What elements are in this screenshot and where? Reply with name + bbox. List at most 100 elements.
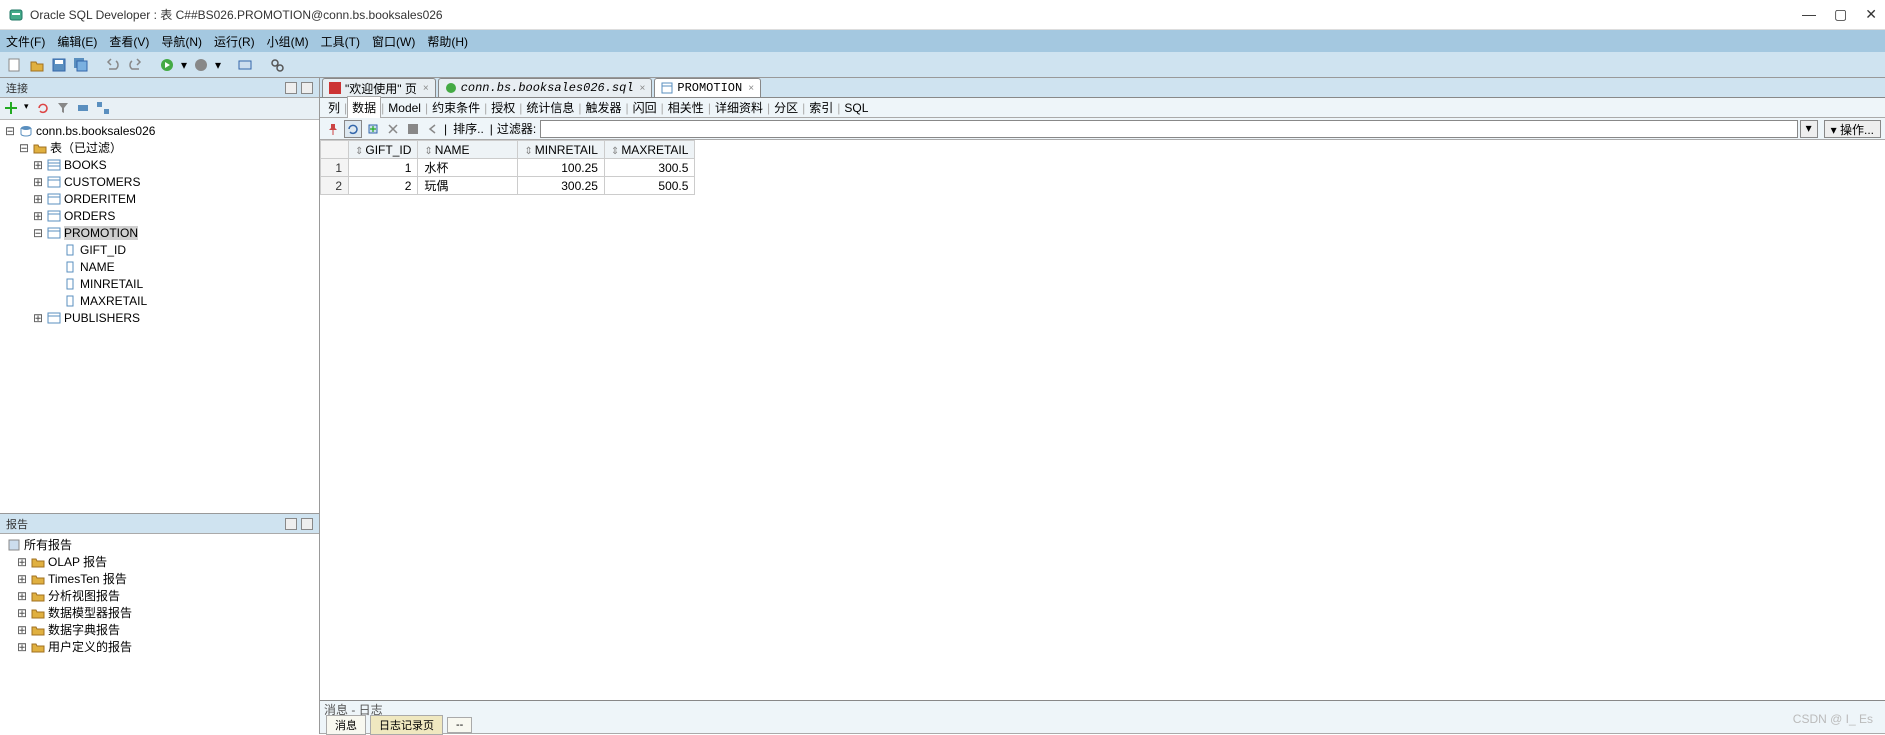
cell-name[interactable]: 水杯 <box>418 159 518 177</box>
tree-table-orderitem[interactable]: ⊞ ORDERITEM <box>4 190 315 207</box>
tree-toggle-icon[interactable]: ⊞ <box>16 555 28 569</box>
menu-window[interactable]: 窗口(W) <box>372 33 415 50</box>
log-tab-logging[interactable]: 日志记录页 <box>370 715 443 735</box>
new-button[interactable] <box>6 56 24 74</box>
redo-button[interactable] <box>126 56 144 74</box>
tab-welcome[interactable]: "欢迎使用" 页 × <box>322 78 436 97</box>
tree-toggle-icon[interactable]: ⊟ <box>4 124 16 138</box>
cell-minretail[interactable]: 100.25 <box>518 159 605 177</box>
subtab-details[interactable]: 详细资料 <box>711 97 767 118</box>
tree-toggle-icon[interactable]: ⊞ <box>16 572 28 586</box>
tree-toggle-icon[interactable]: ⊞ <box>32 175 44 189</box>
tree-report-olap[interactable]: ⊞ OLAP 报告 <box>4 553 315 570</box>
tree-report-userdef[interactable]: ⊞ 用户定义的报告 <box>4 638 315 655</box>
run-dropdown[interactable]: ▾ <box>180 56 188 74</box>
subtab-deps[interactable]: 相关性 <box>664 97 708 118</box>
menu-team[interactable]: 小组(M) <box>267 33 309 50</box>
tree-toggle-icon[interactable]: ⊞ <box>32 209 44 223</box>
tree-tables-folder[interactable]: ⊟ 表（已过滤） <box>4 139 315 156</box>
subtab-stats[interactable]: 统计信息 <box>522 97 578 118</box>
tree-column-minretail[interactable]: MINRETAIL <box>4 275 315 292</box>
tree-reports-root[interactable]: 所有报告 <box>4 536 315 553</box>
subtab-triggers[interactable]: 触发器 <box>582 97 626 118</box>
tree-toggle-icon[interactable]: ⊞ <box>16 589 28 603</box>
tab-sqlfile[interactable]: conn.bs.booksales026.sql × <box>438 78 653 97</box>
log-tab-other[interactable]: -- <box>447 717 472 733</box>
debug-button[interactable] <box>192 56 210 74</box>
pin-button[interactable] <box>324 120 342 138</box>
tree-toggle-icon[interactable]: ⊟ <box>18 141 30 155</box>
tab-close-icon[interactable]: × <box>748 83 754 94</box>
actions-button[interactable]: ▾ 操作... <box>1824 120 1881 138</box>
subtab-sql[interactable]: SQL <box>840 99 872 117</box>
cell-maxretail[interactable]: 500.5 <box>604 177 695 195</box>
refresh-data-button[interactable] <box>344 120 362 138</box>
table-row[interactable]: 1 1 水杯 100.25 300.5 <box>321 159 695 177</box>
tree-toggle-icon[interactable]: ⊟ <box>32 226 44 240</box>
search-button[interactable] <box>268 56 286 74</box>
insert-row-button[interactable] <box>364 120 382 138</box>
tree-toggle-icon[interactable]: ⊞ <box>32 192 44 206</box>
undo-button[interactable] <box>104 56 122 74</box>
tree-toggle-icon[interactable]: ⊞ <box>16 606 28 620</box>
maximize-button[interactable]: ▢ <box>1834 6 1847 23</box>
delete-row-button[interactable] <box>384 120 402 138</box>
sort-button[interactable]: 排序.. <box>449 120 488 137</box>
tree-table-publishers[interactable]: ⊞ PUBLISHERS <box>4 309 315 326</box>
tab-promotion[interactable]: PROMOTION × <box>654 78 761 97</box>
sql-button[interactable] <box>236 56 254 74</box>
connect-button[interactable] <box>76 101 92 117</box>
tree-toggle-icon[interactable]: ⊞ <box>32 311 44 325</box>
panel-minimize-icon[interactable] <box>285 518 297 530</box>
subtab-constraints[interactable]: 约束条件 <box>428 97 484 118</box>
menu-tools[interactable]: 工具(T) <box>321 33 360 50</box>
new-connection-button[interactable] <box>4 101 20 117</box>
saveall-button[interactable] <box>72 56 90 74</box>
tree-column-maxretail[interactable]: MAXRETAIL <box>4 292 315 309</box>
tree-report-datamodel[interactable]: ⊞ 数据模型器报告 <box>4 604 315 621</box>
table-row[interactable]: 2 2 玩偶 300.25 500.5 <box>321 177 695 195</box>
tree-report-dictionary[interactable]: ⊞ 数据字典报告 <box>4 621 315 638</box>
tree-column-giftid[interactable]: GIFT_ID <box>4 241 315 258</box>
close-button[interactable]: ✕ <box>1865 6 1877 23</box>
tree-table-books[interactable]: ⊞ BOOKS <box>4 156 315 173</box>
rollback-button[interactable] <box>424 120 442 138</box>
schema-button[interactable] <box>96 101 112 117</box>
menu-help[interactable]: 帮助(H) <box>427 33 468 50</box>
menu-navigate[interactable]: 导航(N) <box>161 33 202 50</box>
col-header-name[interactable]: ⇕NAME <box>418 141 518 159</box>
col-header-maxretail[interactable]: ⇕MAXRETAIL <box>604 141 695 159</box>
panel-minimize-icon[interactable] <box>285 82 297 94</box>
new-connection-dropdown[interactable]: ▾ <box>24 101 32 117</box>
subtab-grants[interactable]: 授权 <box>487 97 519 118</box>
tab-close-icon[interactable]: × <box>423 83 429 94</box>
filter-dropdown[interactable]: ▾ <box>1800 120 1818 138</box>
run-button[interactable] <box>158 56 176 74</box>
tree-toggle-icon[interactable]: ⊞ <box>16 623 28 637</box>
menu-run[interactable]: 运行(R) <box>214 33 255 50</box>
menu-edit[interactable]: 编辑(E) <box>57 33 97 50</box>
tree-toggle-icon[interactable]: ⊞ <box>16 640 28 654</box>
subtab-indexes[interactable]: 索引 <box>805 97 837 118</box>
menu-file[interactable]: 文件(F) <box>6 33 45 50</box>
subtab-model[interactable]: Model <box>384 99 425 117</box>
tree-table-orders[interactable]: ⊞ ORDERS <box>4 207 315 224</box>
filter-input[interactable] <box>540 120 1797 138</box>
tree-table-promotion[interactable]: ⊟ PROMOTION <box>4 224 315 241</box>
cell-name[interactable]: 玩偶 <box>418 177 518 195</box>
tree-column-name[interactable]: NAME <box>4 258 315 275</box>
minimize-button[interactable]: — <box>1802 6 1816 23</box>
cell-maxretail[interactable]: 300.5 <box>604 159 695 177</box>
tree-report-analytic[interactable]: ⊞ 分析视图报告 <box>4 587 315 604</box>
cell-minretail[interactable]: 300.25 <box>518 177 605 195</box>
tab-close-icon[interactable]: × <box>640 83 646 94</box>
tree-table-customers[interactable]: ⊞ CUSTOMERS <box>4 173 315 190</box>
subtab-columns[interactable]: 列 <box>324 97 344 118</box>
refresh-button[interactable] <box>36 101 52 117</box>
subtab-data[interactable]: 数据 <box>347 96 381 119</box>
filter-button[interactable] <box>56 101 72 117</box>
panel-close-icon[interactable] <box>301 82 313 94</box>
col-header-giftid[interactable]: ⇕GIFT_ID <box>349 141 418 159</box>
open-button[interactable] <box>28 56 46 74</box>
save-button[interactable] <box>50 56 68 74</box>
